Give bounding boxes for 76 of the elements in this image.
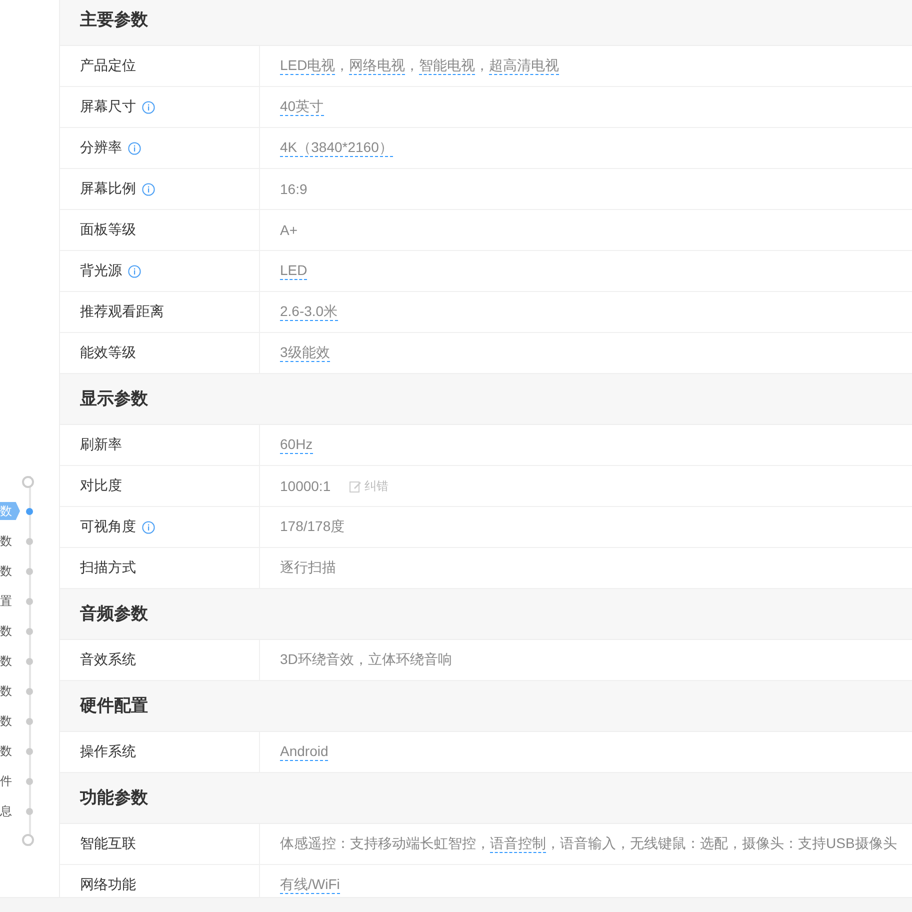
nav-item[interactable]: 息 <box>0 804 12 818</box>
spec-value: 体感遥控：支持移动端长虹智控， <box>280 835 490 853</box>
nav-item[interactable]: 数 <box>0 624 12 638</box>
correction-link[interactable]: 纠错 <box>348 478 389 494</box>
spec-link[interactable]: Android <box>280 743 328 761</box>
info-icon[interactable] <box>142 182 155 196</box>
timeline-dot-icon <box>26 688 33 694</box>
timeline-dot-icon <box>26 658 33 664</box>
timeline-dot-icon <box>26 778 33 784</box>
spec-link[interactable]: 4K（3840*2160） <box>280 139 393 157</box>
nav-item[interactable]: 置 <box>0 594 12 608</box>
spec-label: 网络功能 <box>80 876 136 894</box>
spec-label: 屏幕尺寸 <box>80 98 136 116</box>
spec-link[interactable]: 40英寸 <box>280 98 324 116</box>
spec-label: 分辨率 <box>80 139 122 157</box>
nav-item[interactable]: 数 <box>0 502 20 520</box>
spec-value: 178/178度 <box>280 518 345 536</box>
spec-label: 屏幕比例 <box>80 180 136 198</box>
spec-link[interactable]: 2.6-3.0米 <box>280 303 338 321</box>
nav-item[interactable]: 件 <box>0 774 12 788</box>
timeline-dot-icon <box>26 748 33 754</box>
section-header: 显示参数 <box>60 374 912 425</box>
info-icon[interactable] <box>142 100 155 114</box>
timeline-dot-icon <box>26 808 33 814</box>
spec-link[interactable]: 60Hz <box>280 436 313 454</box>
spec-label: 能效等级 <box>80 344 136 362</box>
timeline-start-icon <box>22 476 34 488</box>
nav-item[interactable]: 数 <box>0 534 12 548</box>
spec-value: 逐行扫描 <box>280 559 336 577</box>
nav-item[interactable]: 数 <box>0 684 12 698</box>
spec-link[interactable]: 有线/WiFi <box>280 876 340 894</box>
section-header: 硬件配置 <box>60 681 912 732</box>
section-header: 功能参数 <box>60 773 912 824</box>
info-icon[interactable] <box>128 142 141 154</box>
nav-item[interactable]: 数 <box>0 564 12 578</box>
spec-link[interactable]: LED电视 <box>280 57 336 75</box>
spec-label: 智能互联 <box>80 835 136 853</box>
timeline-dot-icon <box>26 718 33 724</box>
spec-link[interactable]: 语音控制 <box>490 835 546 853</box>
spec-value: ，语音输入，无线键鼠：选配，摄像头：支持USB摄像头 <box>546 835 897 853</box>
spec-label: 可视角度 <box>80 518 136 536</box>
nav-item[interactable]: 数 <box>0 714 12 728</box>
spec-link[interactable]: 网络电视 <box>349 57 406 75</box>
spec-value: ， <box>335 57 350 75</box>
timeline-dot-icon <box>26 598 33 604</box>
nav-item[interactable]: 数 <box>0 744 12 758</box>
edit-icon <box>348 480 362 492</box>
spec-value: ， <box>405 57 420 75</box>
spec-label: 操作系统 <box>80 743 136 761</box>
spec-label: 刷新率 <box>80 436 122 454</box>
spec-label: 推荐观看距离 <box>80 303 164 321</box>
spec-value: ， <box>475 57 490 75</box>
spec-value: 3D环绕音效，立体环绕音响 <box>280 651 452 669</box>
info-icon[interactable] <box>128 264 141 278</box>
spec-label: 音效系统 <box>80 651 136 669</box>
spec-value: A+ <box>280 222 298 238</box>
spec-link[interactable]: LED <box>280 262 308 280</box>
timeline-dot-icon <box>26 538 33 544</box>
spec-label: 背光源 <box>80 262 122 280</box>
nav-item[interactable]: 数 <box>0 654 12 668</box>
timeline-end-icon <box>22 834 34 846</box>
spec-label: 产品定位 <box>80 57 136 75</box>
spec-label: 面板等级 <box>80 221 136 239</box>
timeline-dot-icon <box>26 628 33 634</box>
spec-link[interactable]: 超高清电视 <box>489 57 560 75</box>
spec-link[interactable]: 智能电视 <box>419 57 476 75</box>
spec-label: 对比度 <box>80 477 122 495</box>
spec-value: 16:9 <box>280 181 308 197</box>
timeline-dot-icon <box>26 508 33 514</box>
spec-label: 扫描方式 <box>80 559 136 577</box>
section-header: 音频参数 <box>60 589 912 640</box>
info-icon[interactable] <box>142 520 155 534</box>
spec-link[interactable]: 3级能效 <box>280 344 330 362</box>
section-header: 主要参数 <box>60 0 912 46</box>
spec-value: 10000:1 <box>280 478 331 494</box>
timeline-dot-icon <box>26 568 33 574</box>
